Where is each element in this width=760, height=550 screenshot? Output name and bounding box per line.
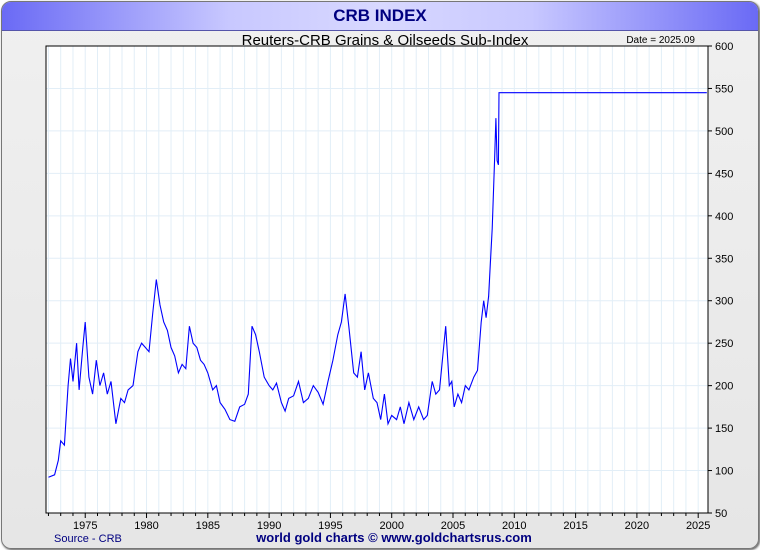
y-tick-label: 350 bbox=[715, 253, 733, 265]
y-tick-label: 300 bbox=[715, 296, 733, 308]
x-tick-label: 2020 bbox=[625, 520, 649, 532]
y-tick-label: 400 bbox=[715, 211, 733, 223]
date-label: Date = 2025.09 bbox=[626, 35, 695, 46]
y-tick-label: 550 bbox=[715, 83, 733, 95]
x-tick-label: 2025 bbox=[686, 520, 710, 532]
x-tick-label: 1980 bbox=[134, 520, 158, 532]
y-tick-label: 200 bbox=[715, 381, 733, 393]
x-tick-label: 2015 bbox=[563, 520, 587, 532]
y-tick-label: 100 bbox=[715, 466, 733, 478]
y-tick-label: 150 bbox=[715, 423, 733, 435]
y-tick-label: 250 bbox=[715, 338, 733, 350]
credit-label: world gold charts © www.goldchartsrus.co… bbox=[255, 530, 532, 545]
y-tick-label: 450 bbox=[715, 168, 733, 180]
x-tick-label: 1985 bbox=[196, 520, 220, 532]
y-tick-label: 500 bbox=[715, 126, 733, 138]
y-tick-label: 600 bbox=[715, 41, 733, 53]
source-label: Source - CRB bbox=[54, 533, 122, 545]
chart: Reuters-CRB Grains & Oilseeds Sub-Index … bbox=[45, 32, 733, 545]
plot-area bbox=[46, 46, 708, 513]
y-tick-label: 50 bbox=[715, 508, 727, 520]
x-tick-label: 1975 bbox=[73, 520, 97, 532]
